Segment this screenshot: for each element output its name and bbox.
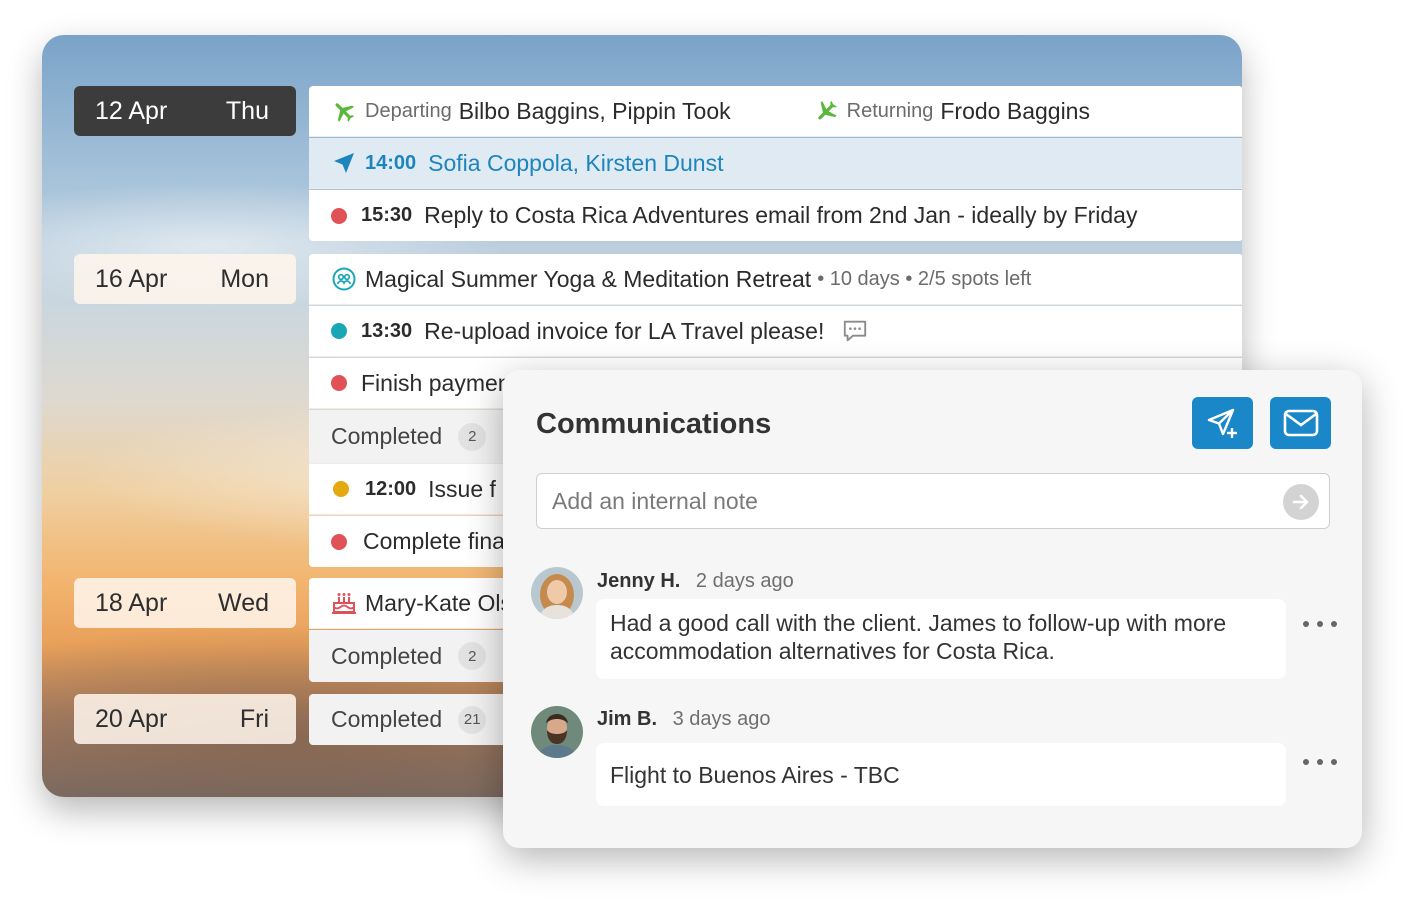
date-chip-20-apr[interactable]: 20 Apr Fri <box>74 694 296 744</box>
date-label: 18 Apr <box>95 588 168 617</box>
task-row[interactable]: 15:30 Reply to Costa Rica Adventures ema… <box>309 190 1242 241</box>
avatar <box>531 567 583 619</box>
priority-dot <box>331 207 347 224</box>
navigation-arrow-icon <box>331 150 357 176</box>
task-text: Issue f <box>428 475 496 502</box>
task-row[interactable]: 13:30 Re-upload invoice for LA Travel pl… <box>309 306 1242 357</box>
weekday-label: Mon <box>220 264 269 293</box>
flight-names: Sofia Coppola, Kirsten Dunst <box>428 149 724 176</box>
arrow-right-icon <box>1292 494 1309 510</box>
priority-dot <box>331 375 347 391</box>
dot <box>1303 759 1309 765</box>
email-button[interactable] <box>1270 397 1331 449</box>
completed-count-badge: 21 <box>458 705 487 734</box>
comment-author: Jenny H. <box>597 570 681 592</box>
priority-dot <box>333 481 349 497</box>
internal-note-input[interactable] <box>536 473 1330 529</box>
weekday-label: Thu <box>225 96 269 125</box>
airplane-return-icon <box>813 98 839 124</box>
dot <box>1317 759 1323 765</box>
dot <box>1317 621 1323 627</box>
travel-row[interactable]: Departing Bilbo Baggins, Pippin Took Ret… <box>309 86 1242 137</box>
dot <box>1331 759 1337 765</box>
completed-count-badge: 2 <box>458 422 487 451</box>
comment-bubble: Flight to Buenos Aires - TBC <box>596 743 1286 806</box>
departing-names: Bilbo Baggins, Pippin Took <box>458 97 731 124</box>
priority-dot <box>331 323 347 339</box>
comment-author-line: Jenny H. 2 days ago <box>597 570 794 593</box>
date-chip-18-apr[interactable]: 18 Apr Wed <box>74 578 296 628</box>
dot <box>1303 621 1309 627</box>
flight-time: 14:00 <box>365 151 417 174</box>
task-text: Reply to Costa Rica Adventures email fro… <box>424 202 1138 228</box>
completed-count-badge: 2 <box>458 642 487 670</box>
departing-label: Departing <box>365 99 452 122</box>
panel-title: Communications <box>536 408 772 440</box>
priority-dot <box>331 533 347 550</box>
completed-label: Completed <box>331 706 443 732</box>
comment-author-line: Jim B. 3 days ago <box>597 708 770 731</box>
comment-bubble: Had a good call with the client. James t… <box>596 599 1286 679</box>
communications-panel: Communications Jenny H. 2 days ago Had a… <box>503 370 1362 848</box>
task-time: 15:30 <box>361 204 413 226</box>
birthday-text: Mary-Kate Ols <box>365 589 512 616</box>
more-options-button[interactable] <box>1303 757 1337 767</box>
comment-author: Jim B. <box>597 708 658 730</box>
comment-time: 3 days ago <box>672 708 771 730</box>
completed-label: Completed <box>331 642 443 669</box>
date-label: 16 Apr <box>95 264 168 293</box>
comment-icon[interactable] <box>842 318 868 344</box>
weekday-label: Fri <box>239 704 269 733</box>
task-text: Complete fina <box>363 528 505 554</box>
send-plus-icon <box>1207 408 1237 438</box>
event-meta: • 10 days • 2/5 spots left <box>817 267 1032 290</box>
submit-note-button[interactable] <box>1283 484 1319 520</box>
weekday-label: Wed <box>218 588 269 617</box>
completed-label: Completed <box>331 423 443 449</box>
dot <box>1331 621 1337 627</box>
task-time: 12:00 <box>365 477 417 500</box>
date-label: 12 Apr <box>95 96 168 125</box>
date-chip-12-apr[interactable]: 12 Apr Thu <box>74 86 296 136</box>
flight-row[interactable]: 14:00 Sofia Coppola, Kirsten Dunst <box>309 138 1242 189</box>
send-message-button[interactable] <box>1192 397 1253 449</box>
avatar <box>531 706 583 758</box>
date-chip-16-apr[interactable]: 16 Apr Mon <box>74 254 296 304</box>
returning-names: Frodo Baggins <box>940 97 1090 124</box>
task-text: Re-upload invoice for LA Travel please! <box>424 317 825 344</box>
event-row[interactable]: Magical Summer Yoga & Meditation Retreat… <box>309 254 1242 305</box>
airplane-departure-icon <box>331 98 357 124</box>
birthday-cake-icon <box>331 590 357 616</box>
more-options-button[interactable] <box>1303 619 1337 629</box>
returning-label: Returning <box>846 99 934 122</box>
envelope-icon <box>1283 409 1318 437</box>
date-label: 20 Apr <box>95 704 168 733</box>
event-title: Magical Summer Yoga & Meditation Retreat <box>365 265 812 292</box>
task-text: Finish paymen <box>361 369 511 396</box>
task-time: 13:30 <box>361 319 413 342</box>
group-icon <box>331 266 357 292</box>
comment-time: 2 days ago <box>695 570 794 592</box>
